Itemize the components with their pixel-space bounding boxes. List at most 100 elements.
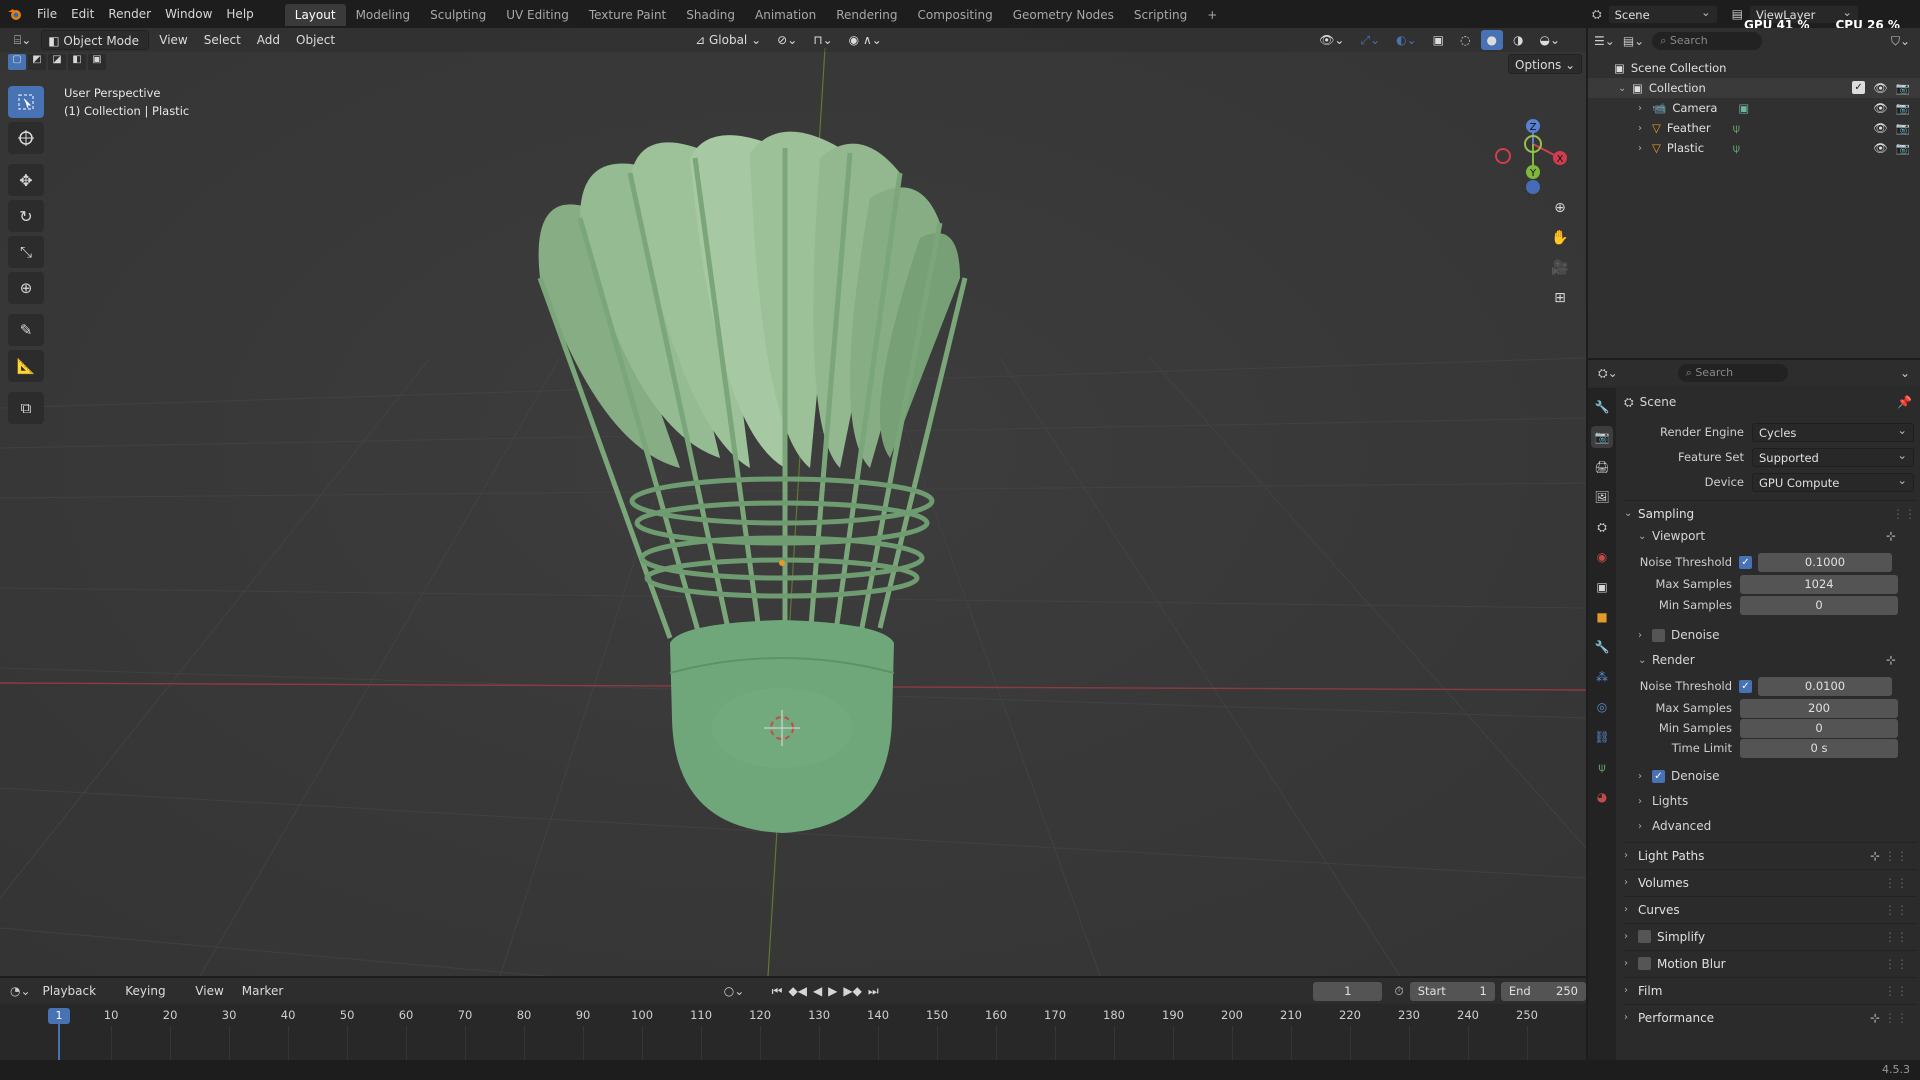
viewport-denoise-checkbox[interactable] bbox=[1652, 628, 1665, 642]
feather-render-icon[interactable]: 📷 bbox=[1896, 121, 1910, 135]
xray-icon[interactable]: ▣ bbox=[1427, 30, 1450, 50]
timeline-editor-icon[interactable]: ◔⌄ bbox=[10, 984, 31, 998]
measure-tool-icon[interactable]: 📐 bbox=[8, 350, 44, 382]
light-paths-presets-icon[interactable]: ⊹ ⋮⋮ bbox=[1870, 849, 1908, 863]
menu-add[interactable]: Add bbox=[251, 30, 286, 50]
curves-panel-header[interactable]: › Curves ⋮⋮ bbox=[1624, 896, 1916, 922]
render-max-samples-field[interactable]: 200 bbox=[1740, 698, 1898, 718]
zoom-icon[interactable]: ⊕ bbox=[1548, 200, 1572, 222]
snap-icon[interactable]: ⊓⌄ bbox=[807, 30, 838, 50]
outliner-item-camera[interactable]: › 📹 Camera ▣ 👁 📷 bbox=[1588, 98, 1920, 118]
camera-visibility-eye-icon[interactable]: 👁 bbox=[1873, 101, 1888, 115]
feature-set-dropdown[interactable]: Supported bbox=[1752, 446, 1914, 467]
jump-keyframe-forward-icon[interactable]: ▶◆ bbox=[843, 984, 861, 998]
properties-options-icon[interactable]: ⌄ bbox=[1900, 366, 1910, 380]
solid-shading-icon[interactable]: ● bbox=[1480, 30, 1503, 50]
scene-tab-icon[interactable]: ⛭ bbox=[1591, 516, 1613, 538]
menu-keying[interactable]: Keying ⌄ bbox=[119, 981, 183, 1018]
transform-tool-icon[interactable]: ⊕ bbox=[8, 272, 44, 304]
tab-shading[interactable]: Shading bbox=[676, 4, 745, 26]
select-box-tool-icon[interactable] bbox=[8, 86, 44, 118]
playhead-frame-label[interactable]: 1 bbox=[48, 1008, 70, 1024]
menu-help[interactable]: Help bbox=[219, 0, 260, 28]
plastic-render-icon[interactable]: 📷 bbox=[1896, 141, 1910, 155]
tab-geometry-nodes[interactable]: Geometry Nodes bbox=[1003, 4, 1124, 26]
scene-collection-row[interactable]: ▣ Scene Collection bbox=[1588, 58, 1920, 78]
select-subtract-icon[interactable]: ◪ bbox=[48, 54, 66, 70]
sampling-panel-header[interactable]: ⌄ Sampling ⋮⋮ bbox=[1624, 500, 1916, 526]
tab-animation[interactable]: Animation bbox=[745, 4, 826, 26]
object-mode-dropdown[interactable]: ◧ Object Mode ⌄ bbox=[41, 30, 150, 68]
object-tab-icon[interactable]: ■ bbox=[1591, 606, 1613, 628]
rendered-shading-icon[interactable]: ◒⌄ bbox=[1533, 30, 1566, 50]
pin-icon[interactable]: 📌 bbox=[1897, 395, 1912, 409]
motion-blur-checkbox[interactable] bbox=[1638, 957, 1651, 970]
feather-mesh[interactable] bbox=[537, 131, 968, 639]
menu-marker[interactable]: Marker bbox=[236, 981, 289, 1001]
film-drag-icon[interactable]: ⋮⋮ bbox=[1884, 984, 1908, 998]
camera-render-icon[interactable]: 📷 bbox=[1896, 101, 1910, 115]
menu-file[interactable]: File bbox=[30, 0, 64, 28]
motion-blur-panel-header[interactable]: › Motion Blur ⋮⋮ bbox=[1624, 950, 1916, 976]
tab-modeling[interactable]: Modeling bbox=[346, 4, 421, 26]
render-noise-threshold-checkbox[interactable]: ✓ bbox=[1739, 679, 1752, 693]
play-reverse-icon[interactable]: ◀ bbox=[813, 984, 822, 998]
performance-panel-header[interactable]: › Performance ⊹ ⋮⋮ bbox=[1624, 1004, 1916, 1030]
select-invert-icon[interactable]: ◧ bbox=[68, 54, 86, 70]
feather-visibility-eye-icon[interactable]: 👁 bbox=[1873, 121, 1888, 135]
viewport-denoise-row[interactable]: › Denoise bbox=[1624, 625, 1916, 645]
camera-expand-icon[interactable]: › bbox=[1638, 103, 1652, 114]
viewport-min-samples-field[interactable]: 0 bbox=[1740, 595, 1898, 615]
output-tab-icon[interactable]: 🖨 bbox=[1591, 456, 1613, 478]
render-min-samples-field[interactable]: 0 bbox=[1740, 718, 1898, 738]
blender-logo-icon[interactable] bbox=[0, 7, 30, 21]
render-denoise-checkbox[interactable]: ✓ bbox=[1652, 769, 1665, 783]
gizmo-icon[interactable]: ⤢⌄ bbox=[1354, 30, 1386, 50]
annotate-tool-icon[interactable]: ✎ bbox=[8, 314, 44, 346]
collection-expand-icon[interactable]: ⌄ bbox=[1618, 83, 1632, 94]
select-intersect-icon[interactable]: ▣ bbox=[88, 54, 106, 70]
3d-viewport[interactable]: ⌸⌄ ◧ Object Mode ⌄ View Select Add Objec… bbox=[0, 28, 1586, 976]
transform-orientation-dropdown[interactable]: ⊿ Global ⌄ bbox=[689, 30, 767, 50]
select-extend-icon[interactable]: ◩ bbox=[28, 54, 46, 70]
viewport-noise-threshold-field[interactable]: 0.1000 bbox=[1758, 552, 1892, 572]
simplify-panel-header[interactable]: › Simplify ⋮⋮ bbox=[1624, 923, 1916, 949]
play-icon[interactable]: ▶ bbox=[828, 984, 837, 998]
feather-expand-icon[interactable]: › bbox=[1638, 123, 1652, 134]
tab-uv-editing[interactable]: UV Editing bbox=[496, 4, 579, 26]
menu-playback[interactable]: Playback ⌄ bbox=[37, 981, 114, 1018]
options-dropdown[interactable]: Options ⌄ bbox=[1508, 54, 1583, 74]
outliner-editor-icon[interactable]: ☰⌄ bbox=[1594, 34, 1615, 48]
collection-row[interactable]: ⌄ ▣ Collection ✓ 👁 📷 bbox=[1588, 78, 1920, 98]
end-frame-field[interactable]: End 250 bbox=[1500, 981, 1586, 1001]
filter-icon[interactable]: ⛉⌄ bbox=[1891, 34, 1910, 49]
pivot-point-icon[interactable]: ⊘⌄ bbox=[771, 30, 803, 50]
viewport-max-samples-field[interactable]: 1024 bbox=[1740, 574, 1898, 594]
volumes-panel-header[interactable]: › Volumes ⋮⋮ bbox=[1624, 869, 1916, 895]
performance-presets-icon[interactable]: ⊹ ⋮⋮ bbox=[1870, 1011, 1908, 1025]
render-presets-icon[interactable]: ⊹ bbox=[1886, 653, 1896, 667]
timeline-ruler[interactable]: 1102030405060708090100110120130140150160… bbox=[0, 1004, 1586, 1060]
menu-select[interactable]: Select bbox=[198, 30, 247, 50]
scene-field[interactable]: Scene bbox=[1607, 3, 1718, 24]
particles-tab-icon[interactable]: ⁂ bbox=[1591, 666, 1613, 688]
material-shading-icon[interactable]: ◑ bbox=[1507, 30, 1529, 50]
tab-sculpting[interactable]: Sculpting bbox=[420, 4, 496, 26]
jump-keyframe-back-icon[interactable]: ◆◀ bbox=[788, 984, 806, 998]
material-tab-icon[interactable]: ◕ bbox=[1591, 786, 1613, 808]
preview-range-clock-icon[interactable]: ⏱ bbox=[1394, 984, 1403, 999]
visibility-icon[interactable]: 👁⌄ bbox=[1313, 30, 1350, 50]
constraints-tab-icon[interactable]: ⛓ bbox=[1591, 726, 1613, 748]
physics-tab-icon[interactable]: ◎ bbox=[1591, 696, 1613, 718]
proportional-edit-icon[interactable]: ◉ ∧⌄ bbox=[843, 30, 888, 50]
perspective-toggle-icon[interactable]: ⊞ bbox=[1548, 290, 1572, 312]
world-tab-icon[interactable]: ◉ bbox=[1591, 546, 1613, 568]
render-subpanel-header[interactable]: ⌄ Render ⊹ bbox=[1624, 650, 1916, 670]
auto-keying-icon[interactable]: ○⌄ bbox=[724, 984, 745, 998]
film-panel-header[interactable]: › Film ⋮⋮ bbox=[1624, 977, 1916, 1003]
light-paths-panel-header[interactable]: › Light Paths ⊹ ⋮⋮ bbox=[1624, 842, 1916, 868]
shuttlecock-model[interactable] bbox=[520, 128, 1040, 848]
collection-tab-icon[interactable]: ▣ bbox=[1591, 576, 1613, 598]
menu-object[interactable]: Object bbox=[290, 30, 341, 50]
menu-view[interactable]: View bbox=[153, 30, 193, 50]
